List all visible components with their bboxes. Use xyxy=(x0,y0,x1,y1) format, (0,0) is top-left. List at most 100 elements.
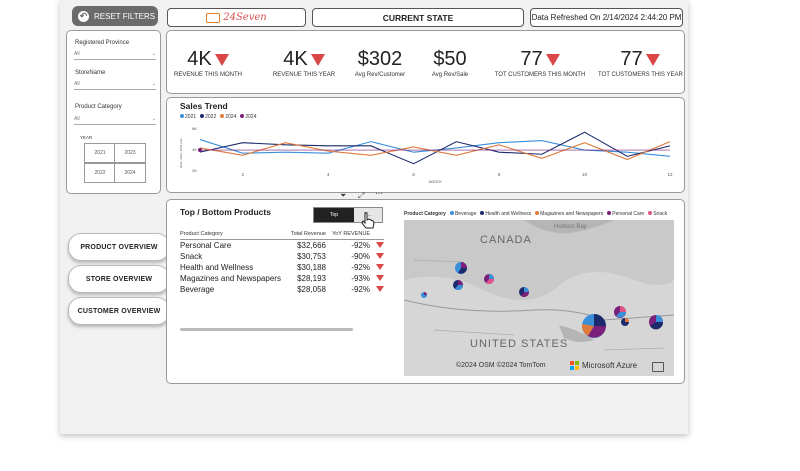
table-row[interactable]: Health and Wellness $30,188 -92% xyxy=(180,262,384,273)
y-axis-label: 2021, 2022, 2023 and... xyxy=(179,136,183,168)
down-arrow-icon xyxy=(376,242,384,248)
map-copyright: ©2024 OSM ©2024 TomTom xyxy=(456,362,546,369)
undo-icon: ↶ xyxy=(78,10,89,22)
kpi-value: 77 xyxy=(620,48,643,70)
year-button-2021[interactable]: 2021 xyxy=(84,143,116,163)
down-arrow-icon xyxy=(310,53,325,66)
x-tick-label: 4 xyxy=(327,172,330,177)
pie-marker xyxy=(614,306,626,318)
x-tick-label: 6 xyxy=(412,172,415,177)
year-button-2023[interactable]: 2023 xyxy=(114,143,146,163)
pie-marker xyxy=(453,280,463,290)
y-tick-label: 6K xyxy=(192,126,197,131)
store-dropdown[interactable]: All ⌄ xyxy=(74,79,156,90)
col-header: Total Revenue xyxy=(290,231,326,237)
feedback-icon[interactable] xyxy=(652,362,664,372)
kpi-avg-rev-customer: $302 Avg Rev/Customer xyxy=(348,48,412,78)
down-arrow-icon xyxy=(376,253,384,259)
filter-icon[interactable]: ⏷ xyxy=(340,191,346,201)
kpi-value: $50 xyxy=(433,48,467,70)
down-arrow-icon xyxy=(214,53,229,66)
reset-filters-label: RESET FILTERS xyxy=(94,11,156,21)
series-point xyxy=(198,148,202,153)
kpi-label: REVENUE THIS YEAR xyxy=(272,72,336,78)
azure-logo: Microsoft Azure xyxy=(570,361,637,370)
store-icon xyxy=(206,12,221,23)
table-row[interactable]: Personal Care $32,666 -92% xyxy=(180,240,384,251)
microsoft-icon xyxy=(570,361,579,370)
pie-marker xyxy=(455,262,467,274)
province-value: All xyxy=(74,51,80,57)
kpi-revenue-month: 4K REVENUE THIS MONTH xyxy=(172,48,244,78)
kpi-value: 4K xyxy=(187,48,212,70)
logo-box: 24Seven xyxy=(167,8,306,27)
col-header: YoY REVENUE xyxy=(332,231,370,237)
y-tick-label: 2K xyxy=(192,168,197,173)
data-refreshed-text: Data Refreshed On 2/14/2024 2:44:20 PM xyxy=(531,13,682,22)
customer-overview-button[interactable]: CUSTOMER OVERVIEW xyxy=(68,297,170,325)
more-options-icon[interactable]: ⋯ xyxy=(375,189,383,198)
down-arrow-icon xyxy=(376,286,384,292)
series-line-2021 xyxy=(199,139,671,157)
kpi-label: TOT CUSTOMERS THIS MONTH xyxy=(494,72,586,78)
store-overview-button[interactable]: STORE OVERVIEW xyxy=(68,265,170,293)
kpi-label: Avg Rev/Customer xyxy=(354,72,406,78)
store-map[interactable]: CANADA Hudson Bay UNITED STATES ©2024 OS… xyxy=(404,220,674,376)
table-header: Product Category Total Revenue YoY REVEN… xyxy=(180,229,384,240)
table-row[interactable]: Magazines and Newspapers $28,193 -93% xyxy=(180,273,384,284)
legend-item: Snack xyxy=(648,211,667,217)
province-label: Registered Province xyxy=(75,40,130,46)
toggle-top[interactable]: Top xyxy=(314,208,354,222)
category-value: All xyxy=(74,116,80,122)
kpi-label: TOT CUSTOMERS THIS YEAR xyxy=(598,72,683,78)
year-button-2022[interactable]: 2022 xyxy=(84,163,116,183)
logo-text: 24Seven xyxy=(223,12,267,23)
kpi-revenue-year: 4K REVENUE THIS YEAR xyxy=(268,48,340,78)
focus-mode-icon[interactable]: ⤢ xyxy=(358,191,364,201)
sales-trend-chart: 6K 4K 2K 2 4 6 8 10 12 MONTH 2021, 2022, 2023 and.… xyxy=(179,126,673,184)
year-label: YEAR xyxy=(80,135,93,140)
sales-trend-title: Sales Trend xyxy=(180,101,228,111)
x-tick-label: 12 xyxy=(667,172,673,177)
kpi-value: 4K xyxy=(283,48,308,70)
kpi-avg-rev-sale: $50 Avg Rev/Sale xyxy=(420,48,480,78)
chevron-down-icon: ⌄ xyxy=(151,51,156,57)
kpi-label: REVENUE THIS MONTH xyxy=(174,72,242,78)
down-arrow-icon xyxy=(376,264,384,270)
reset-filters-button[interactable]: ↶ RESET FILTERS xyxy=(72,6,158,26)
col-header: Product Category xyxy=(180,231,223,237)
kpi-customers-month: 77 TOT CUSTOMERS THIS MONTH xyxy=(494,48,586,78)
chevron-down-icon: ⌄ xyxy=(151,116,156,122)
x-tick-label: 8 xyxy=(498,172,501,177)
pie-marker xyxy=(421,292,427,298)
pie-marker xyxy=(649,315,664,330)
table-row[interactable]: Beverage $28,058 -92% xyxy=(180,284,384,295)
pie-marker xyxy=(581,314,606,338)
table-row[interactable]: Snack $30,753 -90% xyxy=(180,251,384,262)
current-state-title: CURRENT STATE xyxy=(382,12,454,23)
kpi-customers-year: 77 TOT CUSTOMERS THIS YEAR xyxy=(598,48,683,78)
logo: 24Seven xyxy=(206,12,267,23)
y-tick-label: 4K xyxy=(192,147,197,152)
x-tick-label: 10 xyxy=(582,172,588,177)
horizontal-scrollbar[interactable] xyxy=(180,328,353,331)
product-overview-button[interactable]: PRODUCT OVERVIEW xyxy=(68,233,170,261)
legend-item: Personal Care xyxy=(607,211,644,217)
hand-cursor-icon xyxy=(361,212,375,229)
category-label: Product Category xyxy=(75,104,122,110)
x-axis-label: MONTH xyxy=(429,180,442,184)
province-dropdown[interactable]: All ⌄ xyxy=(74,49,156,60)
legend-item: Magazines and Newspapers xyxy=(535,211,603,217)
kpi-value: 77 xyxy=(520,48,543,70)
down-arrow-icon xyxy=(645,53,660,66)
category-dropdown[interactable]: All ⌄ xyxy=(74,114,156,125)
legend-item: Beverage xyxy=(449,211,476,217)
pie-marker xyxy=(621,318,629,326)
data-refreshed-box: Data Refreshed On 2/14/2024 2:44:20 PM xyxy=(530,8,683,27)
store-label: StoreName xyxy=(75,70,106,76)
chevron-down-icon: ⌄ xyxy=(151,81,156,87)
top-bottom-title: Top / Bottom Products xyxy=(180,207,271,217)
series-line-2022 xyxy=(199,131,671,165)
map-legend-title: Product Category xyxy=(404,211,446,217)
year-button-2024[interactable]: 2024 xyxy=(114,163,146,183)
